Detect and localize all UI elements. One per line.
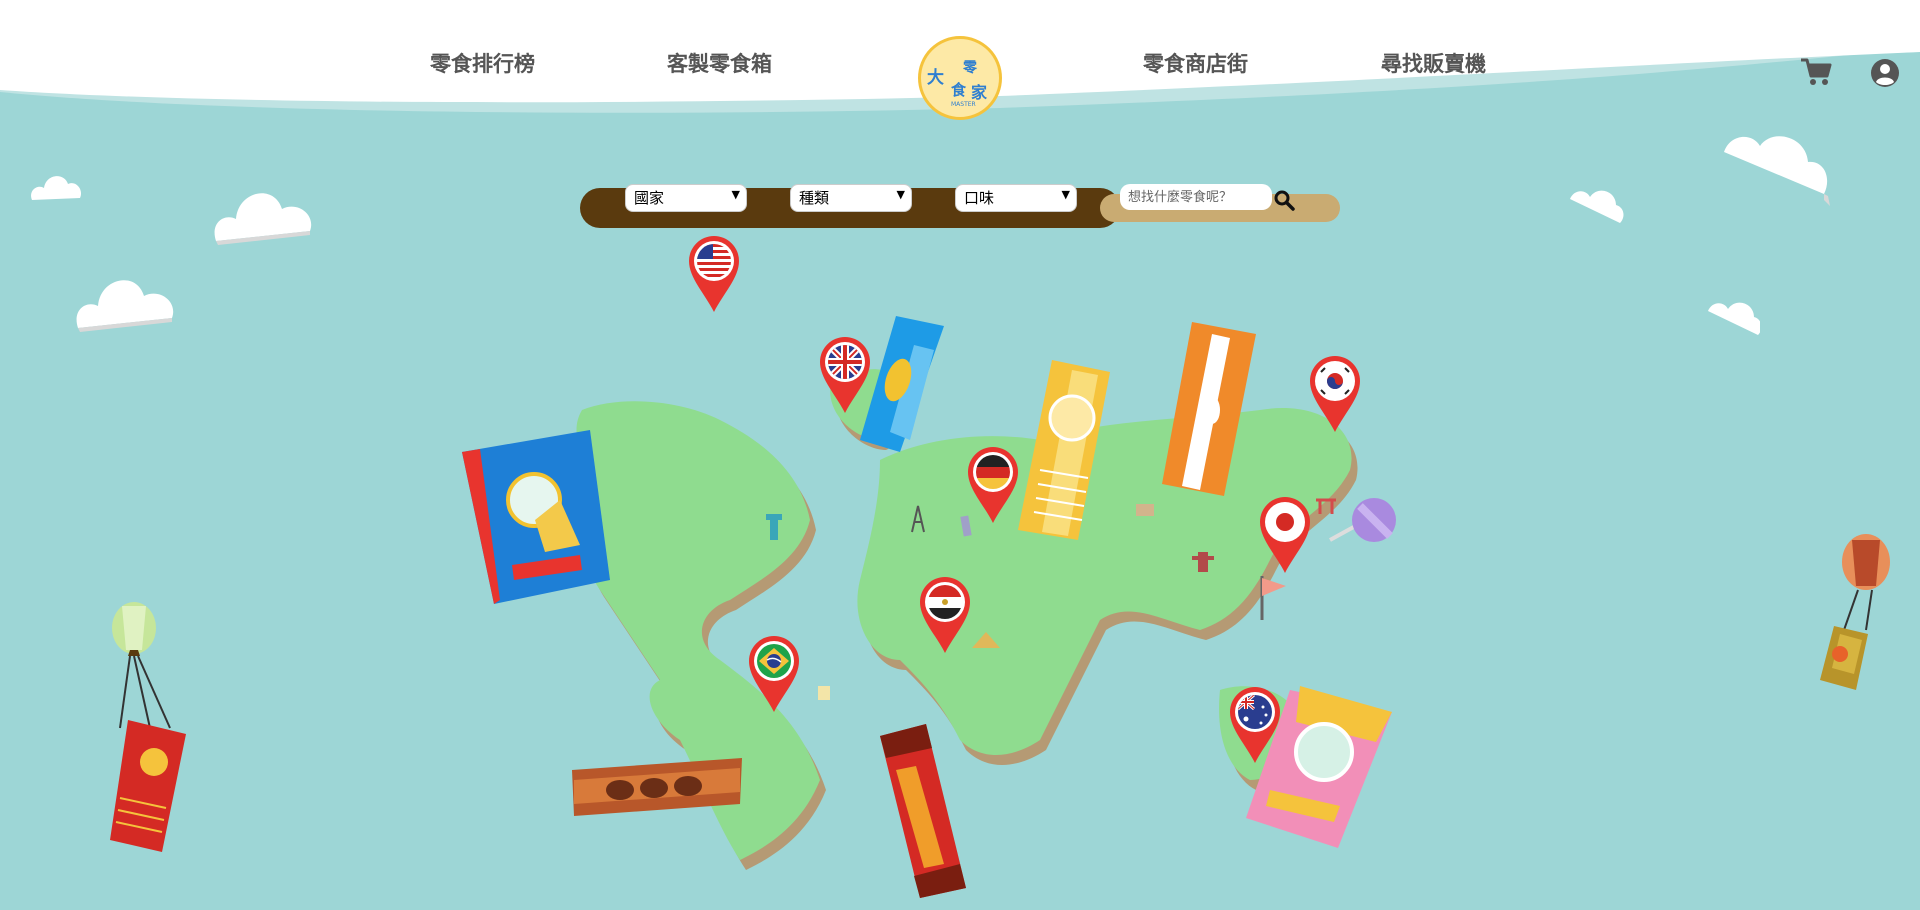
- snack-bar-red: [880, 724, 966, 898]
- country-select[interactable]: 國家 ▼: [625, 184, 747, 212]
- cloud-decoration: [76, 280, 174, 332]
- americas-landmass: [576, 401, 820, 860]
- logo-char: 零: [963, 60, 977, 76]
- logo-char: 食: [951, 81, 967, 99]
- map-building: [1136, 504, 1154, 516]
- torii-gate: [1316, 498, 1336, 514]
- search-input[interactable]: [1120, 184, 1272, 210]
- category-select[interactable]: 種類 ▼: [790, 184, 912, 212]
- pin-brazil[interactable]: [747, 634, 801, 714]
- flag-pole: [1260, 576, 1286, 620]
- cloud-decoration: [1724, 136, 1830, 206]
- nav-snack-street[interactable]: 零食商店街: [1143, 48, 1248, 78]
- pin-usa[interactable]: [687, 234, 741, 314]
- lollipop: [1329, 498, 1396, 542]
- snack-bar-blue: [860, 316, 944, 452]
- flavor-select[interactable]: 口味 ▼: [955, 184, 1077, 212]
- country-select-value: 國家: [634, 189, 665, 207]
- user-icon[interactable]: [1870, 58, 1900, 88]
- perfume-bottle: [818, 686, 830, 700]
- logo-char: 家: [971, 83, 988, 102]
- snack-bar-orange: [1162, 322, 1256, 496]
- pin-australia[interactable]: [1228, 685, 1282, 765]
- category-select-value: 種類: [799, 189, 830, 207]
- world-map: [110, 316, 1890, 898]
- site-logo[interactable]: 大 零 食 家 MASTER: [918, 36, 1002, 120]
- search-icon[interactable]: [1274, 190, 1296, 212]
- cloud-decoration: [1570, 190, 1624, 223]
- cloud-decoration: [1708, 302, 1760, 335]
- pin-germany[interactable]: [966, 445, 1020, 525]
- hot-air-balloon-right: [1820, 534, 1890, 690]
- chevron-down-icon: ▼: [731, 188, 740, 201]
- chevron-down-icon: ▼: [896, 188, 905, 201]
- nav-custom-snack-box[interactable]: 客製零食箱: [667, 48, 772, 78]
- cart-icon[interactable]: [1800, 56, 1832, 88]
- pyramid: [972, 632, 1000, 648]
- pin-uk[interactable]: [818, 335, 872, 415]
- hot-air-balloon-left: [110, 602, 186, 852]
- chevron-down-icon: ▼: [1061, 188, 1070, 201]
- chips-bag-blue: [462, 430, 610, 604]
- nav-snack-ranking[interactable]: 零食排行榜: [430, 48, 535, 78]
- cloud-decoration: [31, 176, 82, 200]
- flavor-select-value: 口味: [964, 189, 995, 207]
- pin-egypt[interactable]: [918, 575, 972, 655]
- cloud-decoration: [214, 193, 312, 245]
- nav-find-vending[interactable]: 尋找販賣機: [1381, 48, 1486, 78]
- pagoda: [1192, 552, 1214, 572]
- statue-of-liberty: [766, 514, 782, 540]
- site-header: 零食排行榜 客製零食箱 大 零 食 家 MASTER 零食商店街 尋找販賣機: [0, 0, 1920, 120]
- logo-char: 大: [927, 68, 944, 88]
- pin-korea[interactable]: [1308, 354, 1362, 434]
- snack-bar-yellow: [1018, 360, 1110, 540]
- chocolate-bar-brown: [572, 758, 742, 816]
- logo-sub: MASTER: [951, 101, 976, 108]
- pin-japan[interactable]: [1258, 495, 1312, 575]
- eiffel-tower: [911, 505, 925, 533]
